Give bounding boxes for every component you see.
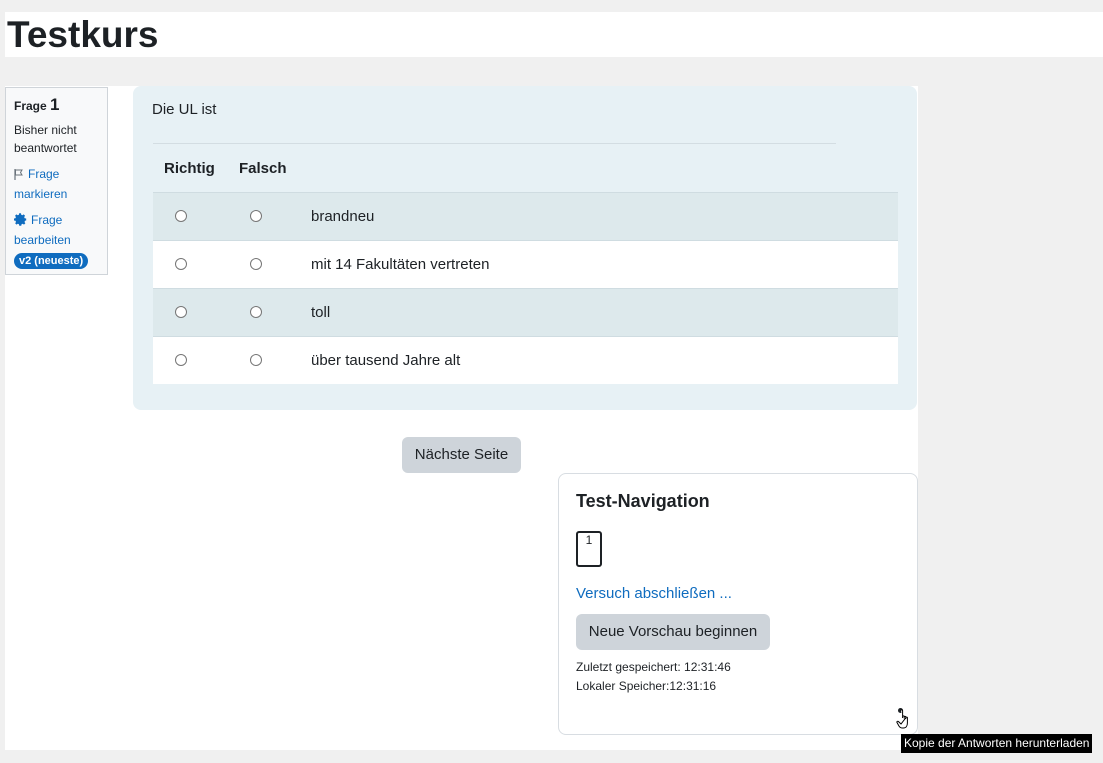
radio-true-2[interactable] xyxy=(175,258,187,270)
radio-false-3[interactable] xyxy=(250,306,262,318)
question-number-label: Frage xyxy=(14,99,47,113)
table-row: toll xyxy=(153,288,898,336)
gear-icon xyxy=(14,213,27,231)
version-badge: v2 (neueste) xyxy=(14,253,89,269)
radio-false-1[interactable] xyxy=(250,210,262,222)
download-tooltip: Kopie der Antworten herunterladen xyxy=(901,734,1093,753)
row-label: über tausend Jahre alt xyxy=(311,352,461,369)
row-label: brandneu xyxy=(311,208,375,225)
table-row: über tausend Jahre alt xyxy=(153,336,898,384)
radio-true-1[interactable] xyxy=(175,210,187,222)
table-row: brandneu xyxy=(153,192,898,240)
radio-true-4[interactable] xyxy=(175,354,187,366)
radio-true-3[interactable] xyxy=(175,306,187,318)
question-info: Frage 1 Bisher nicht beantwortet Frage m… xyxy=(5,87,108,275)
save-status: Zuletzt gespeichert: 12:31:46 Lokaler Sp… xyxy=(576,658,731,696)
question-text: Die UL ist xyxy=(152,101,217,118)
next-page-button[interactable]: Nächste Seite xyxy=(402,437,521,473)
question-divider xyxy=(153,143,836,144)
row-label: toll xyxy=(311,304,331,321)
radio-false-4[interactable] xyxy=(250,354,262,366)
edit-question-link[interactable]: Frage bearbeiten xyxy=(14,213,71,247)
table-row: mit 14 Fakultäten vertreten xyxy=(153,240,898,288)
answer-table: Richtig Falsch brandneu mit 14 Fakultäte… xyxy=(153,146,898,384)
flag-icon xyxy=(14,167,24,185)
hand-pointer-icon xyxy=(896,709,913,736)
radio-false-2[interactable] xyxy=(250,258,262,270)
question-number: Frage 1 xyxy=(14,96,99,115)
question-number-value: 1 xyxy=(50,95,60,114)
course-title: Testkurs xyxy=(7,14,159,55)
column-header-true: Richtig xyxy=(164,160,215,177)
flag-question-link[interactable]: Frage markieren xyxy=(14,167,67,201)
question-body: Die UL ist Richtig Falsch brandneu mit 1… xyxy=(133,86,917,410)
quiz-navigation-block: Test-Navigation 1 Versuch abschließen ..… xyxy=(558,473,918,735)
finish-attempt-link[interactable]: Versuch abschließen ... xyxy=(576,585,732,602)
question-state: Bisher nicht beantwortet xyxy=(14,123,77,155)
new-preview-button[interactable]: Neue Vorschau beginnen xyxy=(576,614,770,650)
column-header-false: Falsch xyxy=(239,160,287,177)
answer-table-header: Richtig Falsch xyxy=(153,146,898,192)
question-nav-button-1[interactable]: 1 xyxy=(576,531,602,567)
quiz-navigation-title: Test-Navigation xyxy=(576,491,710,511)
local-storage-text: Lokaler Speicher:12:31:16 xyxy=(576,679,717,693)
page-header: Testkurs xyxy=(5,12,1103,57)
last-saved-text: Zuletzt gespeichert: 12:31:46 xyxy=(576,660,731,674)
row-label: mit 14 Fakultäten vertreten xyxy=(311,256,490,273)
